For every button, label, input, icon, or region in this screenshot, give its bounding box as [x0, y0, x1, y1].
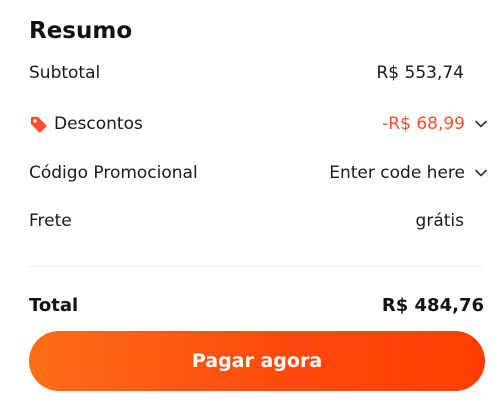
subtotal-row: Subtotal R$ 553,74 — [29, 58, 489, 88]
promo-code-row[interactable]: Código Promocional Enter code here — [29, 158, 489, 188]
total-value: R$ 484,76 — [381, 294, 484, 316]
discounts-label: Descontos — [54, 114, 143, 134]
promo-code-placeholder[interactable]: Enter code here — [329, 163, 465, 183]
shipping-value: grátis — [415, 211, 464, 231]
order-summary: Resumo Subtotal R$ 553,74 Descontos -R$ … — [0, 0, 500, 407]
tag-icon — [30, 116, 47, 133]
shipping-label: Frete — [29, 211, 72, 231]
pay-now-button[interactable]: Pagar agora — [29, 331, 485, 391]
shipping-row: Frete grátis — [29, 206, 489, 236]
subtotal-label: Subtotal — [29, 63, 101, 83]
discounts-row[interactable]: Descontos -R$ 68,99 — [29, 109, 489, 139]
subtotal-value: R$ 553,74 — [376, 63, 464, 83]
chevron-down-icon[interactable] — [473, 116, 489, 132]
discounts-value: -R$ 68,99 — [382, 114, 465, 134]
total-row: Total R$ 484,76 — [29, 290, 484, 320]
total-label: Total — [29, 294, 79, 316]
chevron-down-icon[interactable] — [473, 165, 489, 181]
promo-code-label: Código Promocional — [29, 163, 198, 183]
summary-title: Resumo — [29, 18, 133, 44]
divider — [29, 266, 484, 267]
